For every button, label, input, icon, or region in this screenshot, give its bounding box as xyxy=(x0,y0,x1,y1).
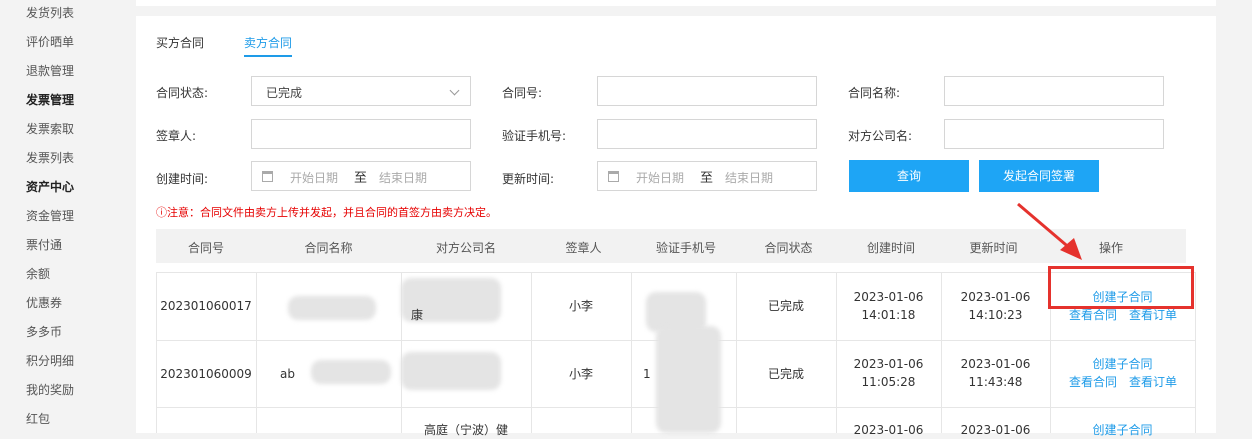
calendar-icon xyxy=(608,171,619,182)
created-date-range[interactable]: 开始日期 至 结束日期 xyxy=(251,161,471,191)
sidebar-item-rewards[interactable]: 我的奖励 xyxy=(26,381,74,398)
sidebar-item-coins[interactable]: 多多币 xyxy=(26,323,62,340)
sidebar-item-invoice-request[interactable]: 发票索取 xyxy=(26,120,74,137)
sidebar-item-points[interactable]: 积分明细 xyxy=(26,352,74,369)
cell-signer: 小李 xyxy=(568,299,593,313)
tab-buyer-contracts[interactable]: 买方合同 xyxy=(156,34,204,51)
col-created: 创建时间 xyxy=(866,241,915,255)
col-contract-no: 合同号 xyxy=(187,241,224,255)
calendar-icon xyxy=(262,171,273,182)
updated-end-date[interactable]: 结束日期 xyxy=(725,169,773,186)
sidebar-item-reviews[interactable]: 评价晒单 xyxy=(26,33,74,50)
sidebar-item-balance[interactable]: 余额 xyxy=(26,265,50,282)
row-divider xyxy=(156,272,1196,273)
cell-company: 康 xyxy=(411,308,424,322)
annotation-arrow-icon xyxy=(1017,202,1082,260)
cell-created-time: 11:05:28 xyxy=(861,375,916,389)
created-end-date[interactable]: 结束日期 xyxy=(379,169,427,186)
contract-name-label: 合同名称: xyxy=(848,86,901,100)
col-contract-name: 合同名称 xyxy=(304,241,353,255)
create-sub-contract-link[interactable]: 创建子合同 xyxy=(1050,355,1195,373)
cell-created-date: 2023-01-06 xyxy=(853,423,924,437)
cell-updated-date: 2023-01-06 xyxy=(960,290,1031,304)
status-select-value: 已完成 xyxy=(266,86,303,100)
sidebar: 发货列表 评价晒单 退款管理 发票管理 发票索取 发票列表 资产中心 资金管理 … xyxy=(0,0,136,433)
initiate-contract-button[interactable]: 发起合同签署 xyxy=(979,160,1099,192)
phone-input[interactable] xyxy=(597,119,817,149)
view-contract-link[interactable]: 查看合同 xyxy=(1067,373,1119,391)
contract-name-input[interactable] xyxy=(944,76,1164,106)
chevron-down-icon xyxy=(449,85,460,96)
cell-created-date: 2023-01-06 xyxy=(853,290,924,304)
query-button[interactable]: 查询 xyxy=(849,160,969,192)
cell-status: 已完成 xyxy=(767,299,804,313)
top-card xyxy=(136,0,1216,6)
created-time-label: 创建时间: xyxy=(156,172,209,186)
seller-notice: ⓘ注意：合同文件由卖方上传并发起，并且合同的首签方由卖方决定。 xyxy=(156,206,497,219)
sidebar-item-invoice-list[interactable]: 发票列表 xyxy=(26,149,74,166)
created-start-date[interactable]: 开始日期 xyxy=(290,169,338,186)
redacted-company xyxy=(401,352,501,390)
col-phone: 验证手机号 xyxy=(655,241,716,255)
cell-contract-name: ab xyxy=(280,367,295,381)
col-status: 合同状态 xyxy=(764,241,813,255)
sidebar-item-shipping-list[interactable]: 发货列表 xyxy=(26,4,74,21)
redacted-name xyxy=(288,296,376,320)
annotation-highlight-box xyxy=(1048,266,1194,309)
cell-updated-date: 2023-01-06 xyxy=(960,423,1031,437)
sidebar-item-ticket-pay[interactable]: 票付通 xyxy=(26,236,62,253)
company-label: 对方公司名: xyxy=(848,129,913,143)
col-divider xyxy=(1195,272,1196,433)
sidebar-section-assets: 资产中心 xyxy=(26,180,75,194)
updated-time-label: 更新时间: xyxy=(502,172,555,186)
updated-range-separator: 至 xyxy=(700,171,714,186)
col-divider xyxy=(256,272,257,433)
sidebar-item-funds[interactable]: 资金管理 xyxy=(26,207,74,224)
view-order-link[interactable]: 查看订单 xyxy=(1127,373,1179,391)
signer-label: 签章人: xyxy=(156,129,197,143)
cell-created-time: 14:01:18 xyxy=(861,308,916,322)
col-divider xyxy=(631,272,632,433)
cell-updated-time: 14:10:23 xyxy=(968,308,1023,322)
redacted-phone xyxy=(656,326,721,433)
created-range-separator: 至 xyxy=(354,171,368,186)
cell-phone: 1 xyxy=(643,367,651,381)
contract-no-label: 合同号: xyxy=(502,86,543,100)
cell-updated-date: 2023-01-06 xyxy=(960,357,1031,371)
updated-start-date[interactable]: 开始日期 xyxy=(636,169,684,186)
cell-created-date: 2023-01-06 xyxy=(853,357,924,371)
cell-contract-no: 202301060009 xyxy=(160,367,252,381)
sidebar-item-coupons[interactable]: 优惠券 xyxy=(26,294,62,311)
tab-seller-contracts[interactable]: 卖方合同 xyxy=(244,34,292,51)
signer-input[interactable] xyxy=(251,119,471,149)
phone-label: 验证手机号: xyxy=(502,129,567,143)
cell-status: 已完成 xyxy=(767,367,804,381)
sidebar-item-red-packets[interactable]: 红包 xyxy=(26,410,50,427)
cell-signer: 小李 xyxy=(568,367,593,381)
sidebar-item-refunds[interactable]: 退款管理 xyxy=(26,62,74,79)
updated-date-range[interactable]: 开始日期 至 结束日期 xyxy=(597,161,817,191)
cell-contract-no: 202301060017 xyxy=(160,299,252,313)
status-label: 合同状态: xyxy=(156,86,209,100)
create-sub-contract-link[interactable]: 创建子合同 xyxy=(1050,421,1195,439)
redacted-name xyxy=(311,360,391,384)
status-select[interactable]: 已完成 xyxy=(251,76,471,106)
company-input[interactable] xyxy=(944,119,1164,149)
col-signer: 签章人 xyxy=(565,241,602,255)
col-company: 对方公司名 xyxy=(435,241,496,255)
cell-updated-time: 11:43:48 xyxy=(968,375,1023,389)
active-tab-indicator xyxy=(244,55,292,57)
sidebar-section-invoice: 发票管理 xyxy=(26,93,75,107)
contract-no-input[interactable] xyxy=(597,76,817,106)
cell-company: 高庭（宁波）健 xyxy=(423,423,508,437)
